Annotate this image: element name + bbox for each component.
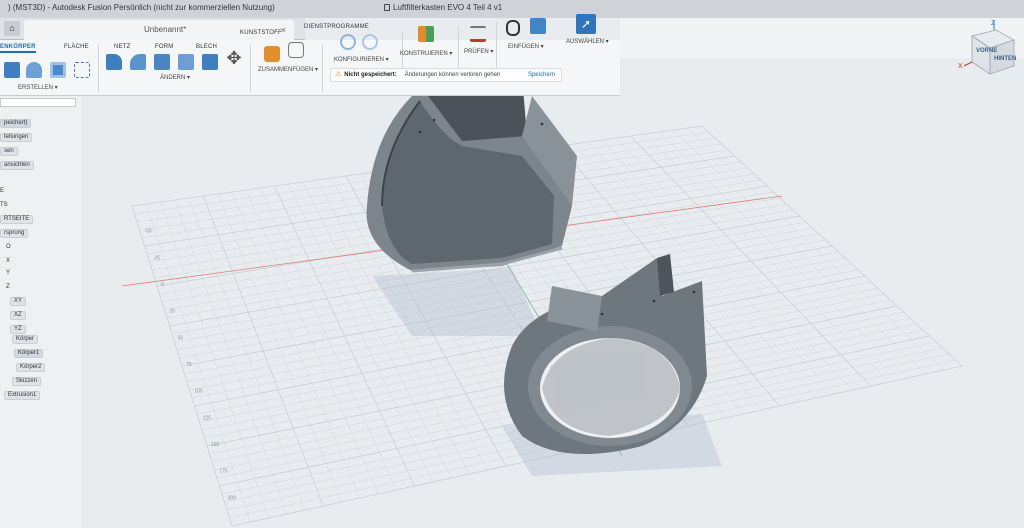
viewcube-z-label: Z bbox=[991, 20, 996, 27]
create-menu[interactable]: ERSTELLEN ▾ bbox=[18, 84, 58, 91]
joint-icon[interactable] bbox=[264, 46, 280, 62]
plane-icon[interactable] bbox=[418, 26, 434, 42]
browser-item-plane-yz[interactable]: YZ bbox=[10, 324, 26, 334]
document-tabstrip: ⌂ Unbenannt* × bbox=[0, 18, 305, 40]
browser-item-plane-xy[interactable]: XY bbox=[10, 296, 27, 306]
insert-menu[interactable]: EINFÜGEN ▾ bbox=[508, 43, 544, 50]
ribbon-separator bbox=[458, 26, 459, 74]
browser-item-plane-xz[interactable]: XZ bbox=[10, 310, 26, 320]
browser-item-document[interactable]: peichert) bbox=[0, 118, 32, 128]
shell-solid-icon[interactable] bbox=[202, 54, 218, 70]
browser-item-origin-x[interactable]: X bbox=[6, 256, 10, 266]
ribbon-separator bbox=[250, 44, 251, 92]
measure-icon[interactable] bbox=[470, 26, 486, 42]
inspect-menu[interactable]: PRÜFEN ▾ bbox=[464, 48, 493, 55]
unsaved-message: Änderungen können verloren gehen bbox=[404, 72, 501, 78]
grid-tick-label: -25 bbox=[153, 255, 160, 261]
browser-item-rtseite[interactable]: RTSEITE bbox=[0, 214, 34, 224]
grid-tick-label: 200 bbox=[228, 495, 237, 501]
sketch-pattern-icon[interactable] bbox=[74, 62, 90, 78]
select-cursor-icon[interactable]: ➚ bbox=[576, 14, 596, 34]
shell-icon[interactable] bbox=[50, 62, 66, 78]
browser-search-field[interactable] bbox=[0, 98, 76, 107]
3d-viewport[interactable]: -50 -25 0 25 50 75 100 125 150 175 200 bbox=[82, 96, 1024, 528]
viewport-canvas[interactable]: -50 -25 0 25 50 75 100 125 150 175 200 bbox=[82, 96, 1024, 528]
body1-scoop[interactable] bbox=[366, 96, 577, 273]
ribbon-separator bbox=[322, 44, 323, 92]
select-menu[interactable]: AUSWÄHLEN ▾ bbox=[566, 38, 609, 45]
fillet-icon[interactable] bbox=[130, 54, 146, 70]
image-icon[interactable] bbox=[530, 18, 546, 34]
tab-sheet-metal[interactable]: BLECH bbox=[196, 44, 217, 50]
browser-item-origin-y[interactable]: Y bbox=[6, 268, 10, 278]
grid-tick-labels: -50 -25 0 25 50 75 100 125 150 175 200 bbox=[144, 229, 236, 502]
browser-item-extrusion1[interactable]: Extrusion1 bbox=[4, 390, 41, 400]
grid-line bbox=[687, 127, 944, 371]
grid-tick-label: 100 bbox=[194, 389, 203, 395]
warning-icon: ⚠ bbox=[335, 71, 342, 78]
ribbon-separator bbox=[98, 44, 99, 92]
grid-line bbox=[673, 129, 926, 375]
browser-item-sketches[interactable]: Skizzen bbox=[12, 376, 42, 386]
push-pull-icon[interactable] bbox=[106, 54, 122, 70]
browser-item-e[interactable]: E bbox=[0, 186, 4, 196]
tab-mesh[interactable]: NETZ bbox=[114, 44, 130, 50]
browser-panel: peichert) tellungen sen ansichten E TS R… bbox=[0, 96, 82, 528]
grid-tick-label: -50 bbox=[144, 229, 151, 235]
configure-menu[interactable]: KONFIGURIEREN ▾ bbox=[334, 56, 389, 63]
ribbon-separator bbox=[496, 22, 497, 70]
browser-item-body1[interactable]: Körper1 bbox=[14, 348, 44, 358]
browser-item-body2[interactable]: Körper2 bbox=[16, 362, 46, 372]
title-bar: ) (MST3D) - Autodesk Fusion Persönlich (… bbox=[0, 0, 1024, 18]
home-icon[interactable]: ⌂ bbox=[4, 21, 20, 36]
viewcube-front-label: VORNE bbox=[976, 48, 997, 54]
body1-shadow bbox=[372, 268, 542, 336]
app-title: ) (MST3D) - Autodesk Fusion Persönlich (… bbox=[8, 3, 275, 12]
grid-tick-label: 150 bbox=[211, 442, 220, 448]
grid-tick-label: 125 bbox=[203, 415, 212, 421]
chamfer-icon[interactable] bbox=[154, 54, 170, 70]
revolve-icon[interactable] bbox=[26, 62, 42, 78]
grid-tick-label: 50 bbox=[178, 335, 184, 341]
grid-tick-label: 175 bbox=[219, 469, 228, 475]
browser-item-bodies[interactable]: Körper bbox=[12, 334, 39, 344]
document-title-text: Luftfilterkasten EVO 4 Teil 4 v1 bbox=[393, 3, 503, 12]
unsaved-notification: ⚠ Nicht gespeichert: Änderungen können ver… bbox=[330, 68, 562, 82]
tab-surface[interactable]: FLÄCHE bbox=[64, 44, 89, 50]
tab-plastic[interactable]: KUNSTSTOFF bbox=[240, 30, 282, 36]
viewcube-svg[interactable]: VORNE HINTEN Z X bbox=[958, 18, 1018, 80]
browser-item-origin-z[interactable]: Z bbox=[6, 282, 10, 292]
viewcube-x-label: X bbox=[958, 63, 963, 70]
tab-solid[interactable]: ENKÖRPER bbox=[0, 44, 36, 53]
grid-tick-label: 75 bbox=[186, 362, 192, 368]
browser-item-settings[interactable]: tellungen bbox=[0, 132, 33, 142]
construct-menu[interactable]: KONSTRUIEREN ▾ bbox=[400, 50, 452, 57]
lock-icon bbox=[384, 4, 390, 11]
viewcube[interactable]: VORNE HINTEN Z X bbox=[958, 18, 1018, 80]
browser-item-origin-o[interactable]: O bbox=[6, 242, 11, 252]
grid-tick-label: 0 bbox=[161, 282, 164, 288]
not-saved-label: Nicht gespeichert: bbox=[344, 72, 397, 78]
browser-item-named-views[interactable]: ansichten bbox=[0, 160, 34, 170]
document-tab-label: Unbenannt* bbox=[144, 25, 187, 34]
insert-link-icon[interactable] bbox=[506, 20, 520, 36]
browser-item-ts[interactable]: TS bbox=[0, 200, 8, 210]
extrude-icon[interactable] bbox=[4, 62, 20, 78]
grid-tick-label: 25 bbox=[169, 309, 175, 315]
tab-utilities[interactable]: DIENSTPROGRAMME bbox=[304, 24, 369, 30]
viewcube-back-label: HINTEN bbox=[994, 56, 1016, 62]
move-icon[interactable]: ✥ bbox=[226, 49, 242, 67]
configure-icon[interactable] bbox=[362, 34, 378, 50]
as-built-joint-icon[interactable] bbox=[288, 42, 304, 58]
combine-icon[interactable] bbox=[178, 54, 194, 70]
modify-menu[interactable]: ÄNDERN ▾ bbox=[160, 74, 190, 81]
save-link[interactable]: Speichern bbox=[528, 69, 555, 81]
parameters-icon[interactable] bbox=[340, 34, 356, 50]
assemble-menu[interactable]: ZUSAMMENFÜGEN ▾ bbox=[258, 66, 318, 73]
tab-form[interactable]: FORM bbox=[155, 44, 173, 50]
browser-item-origin[interactable]: rsprung bbox=[0, 228, 29, 238]
browser-item-units[interactable]: sen bbox=[0, 146, 18, 156]
document-title: Luftfilterkasten EVO 4 Teil 4 v1 bbox=[384, 3, 502, 12]
